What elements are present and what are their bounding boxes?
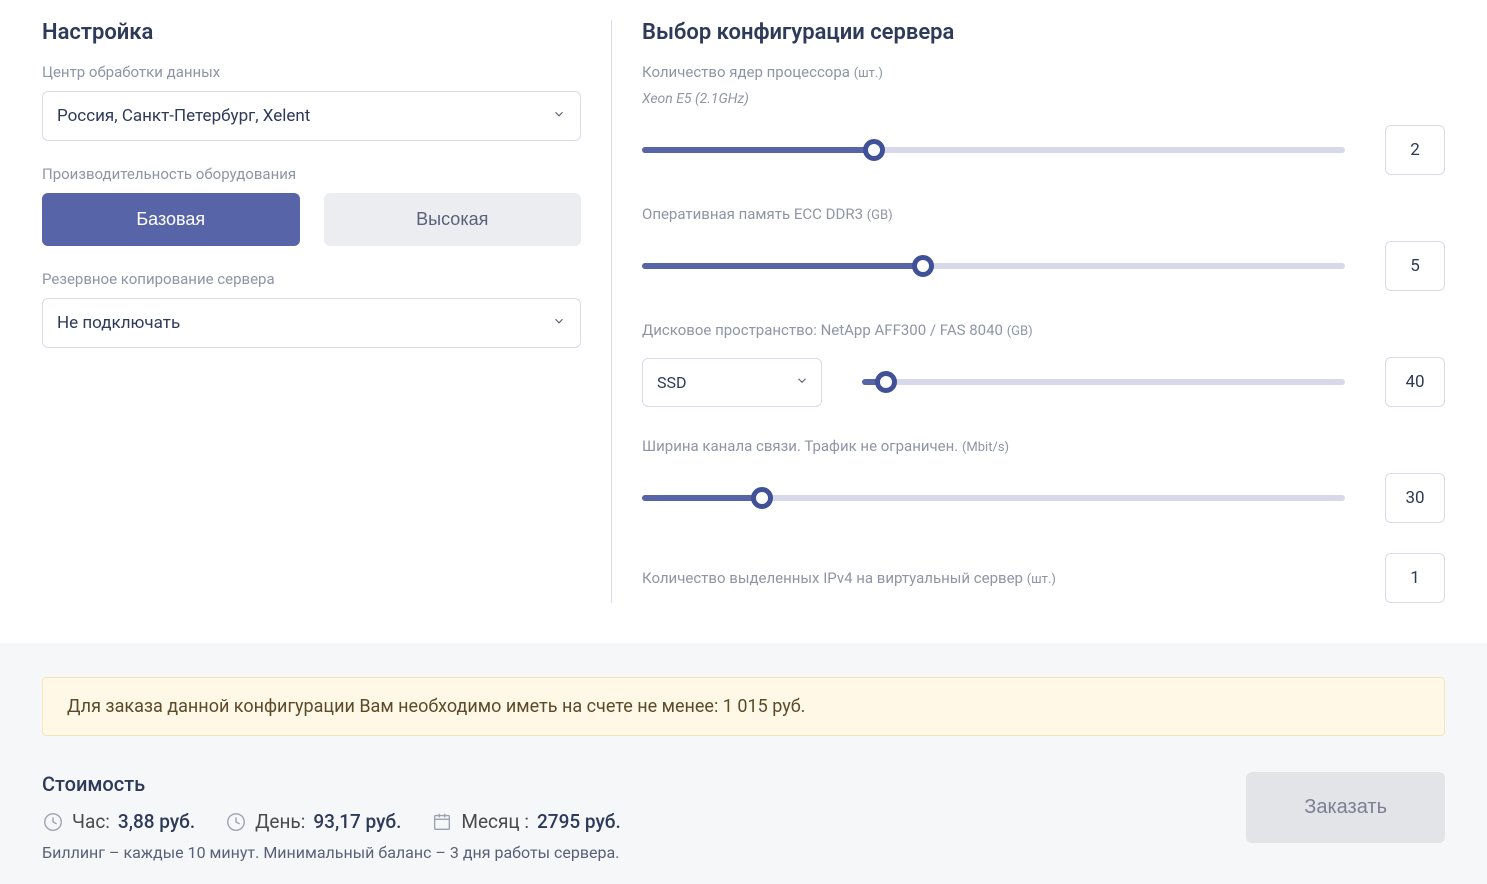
disk-slider-thumb[interactable] <box>875 371 897 393</box>
order-button[interactable]: Заказать <box>1246 772 1445 843</box>
cpu-slider-thumb[interactable] <box>863 139 885 161</box>
clock-icon <box>42 811 64 833</box>
disk-slider[interactable] <box>862 372 1345 392</box>
settings-title: Настройка <box>42 20 581 45</box>
disk-type-select[interactable]: SSD <box>642 358 822 407</box>
bandwidth-value-box[interactable]: 30 <box>1385 473 1445 523</box>
price-month: Месяц : 2795 руб. <box>431 810 620 833</box>
cpu-label: Количество ядер процессора (шт.) <box>642 63 1445 81</box>
chevron-down-icon <box>552 313 566 333</box>
billing-note: Биллинг – каждые 10 минут. Минимальный б… <box>42 843 621 862</box>
price-hour: Час: 3,88 руб. <box>42 810 195 833</box>
ip-label: Количество выделенных IPv4 на виртуальны… <box>642 569 1056 587</box>
disk-type-value: SSD <box>657 373 687 392</box>
bandwidth-label: Ширина канала связи. Трафик не ограничен… <box>642 437 1445 455</box>
ip-value-box[interactable]: 1 <box>1385 553 1445 603</box>
backup-select[interactable]: Не подключать <box>42 298 581 348</box>
ram-label: Оперативная память ECC DDR3 (GB) <box>642 205 1445 223</box>
config-title: Выбор конфигурации сервера <box>642 20 1445 45</box>
disk-value-box[interactable]: 40 <box>1385 357 1445 407</box>
price-day: День: 93,17 руб. <box>225 810 401 833</box>
cpu-sublabel: Xeon E5 (2.1GHz) <box>642 91 1445 107</box>
backup-value: Не подключать <box>57 313 180 333</box>
chevron-down-icon <box>795 373 809 392</box>
datacenter-label: Центр обработки данных <box>42 63 581 81</box>
ram-slider[interactable] <box>642 256 1345 276</box>
cpu-value-box[interactable]: 2 <box>1385 125 1445 175</box>
clock-icon <box>225 811 247 833</box>
calendar-icon <box>431 811 453 833</box>
ram-value-box[interactable]: 5 <box>1385 241 1445 291</box>
balance-alert: Для заказа данной конфигурации Вам необх… <box>42 677 1445 736</box>
performance-basic-button[interactable]: Базовая <box>42 193 300 246</box>
performance-label: Производительность оборудования <box>42 165 581 183</box>
bandwidth-slider[interactable] <box>642 488 1345 508</box>
cpu-slider[interactable] <box>642 140 1345 160</box>
datacenter-select[interactable]: Россия, Санкт-Петербург, Xelent <box>42 91 581 141</box>
ram-slider-thumb[interactable] <box>912 255 934 277</box>
bandwidth-slider-thumb[interactable] <box>751 487 773 509</box>
datacenter-value: Россия, Санкт-Петербург, Xelent <box>57 106 310 126</box>
chevron-down-icon <box>552 106 566 126</box>
performance-high-button[interactable]: Высокая <box>324 193 582 246</box>
disk-label: Дисковое пространство: NetApp AFF300 / F… <box>642 321 1445 339</box>
cost-title: Стоимость <box>42 772 621 796</box>
backup-label: Резервное копирование сервера <box>42 270 581 288</box>
